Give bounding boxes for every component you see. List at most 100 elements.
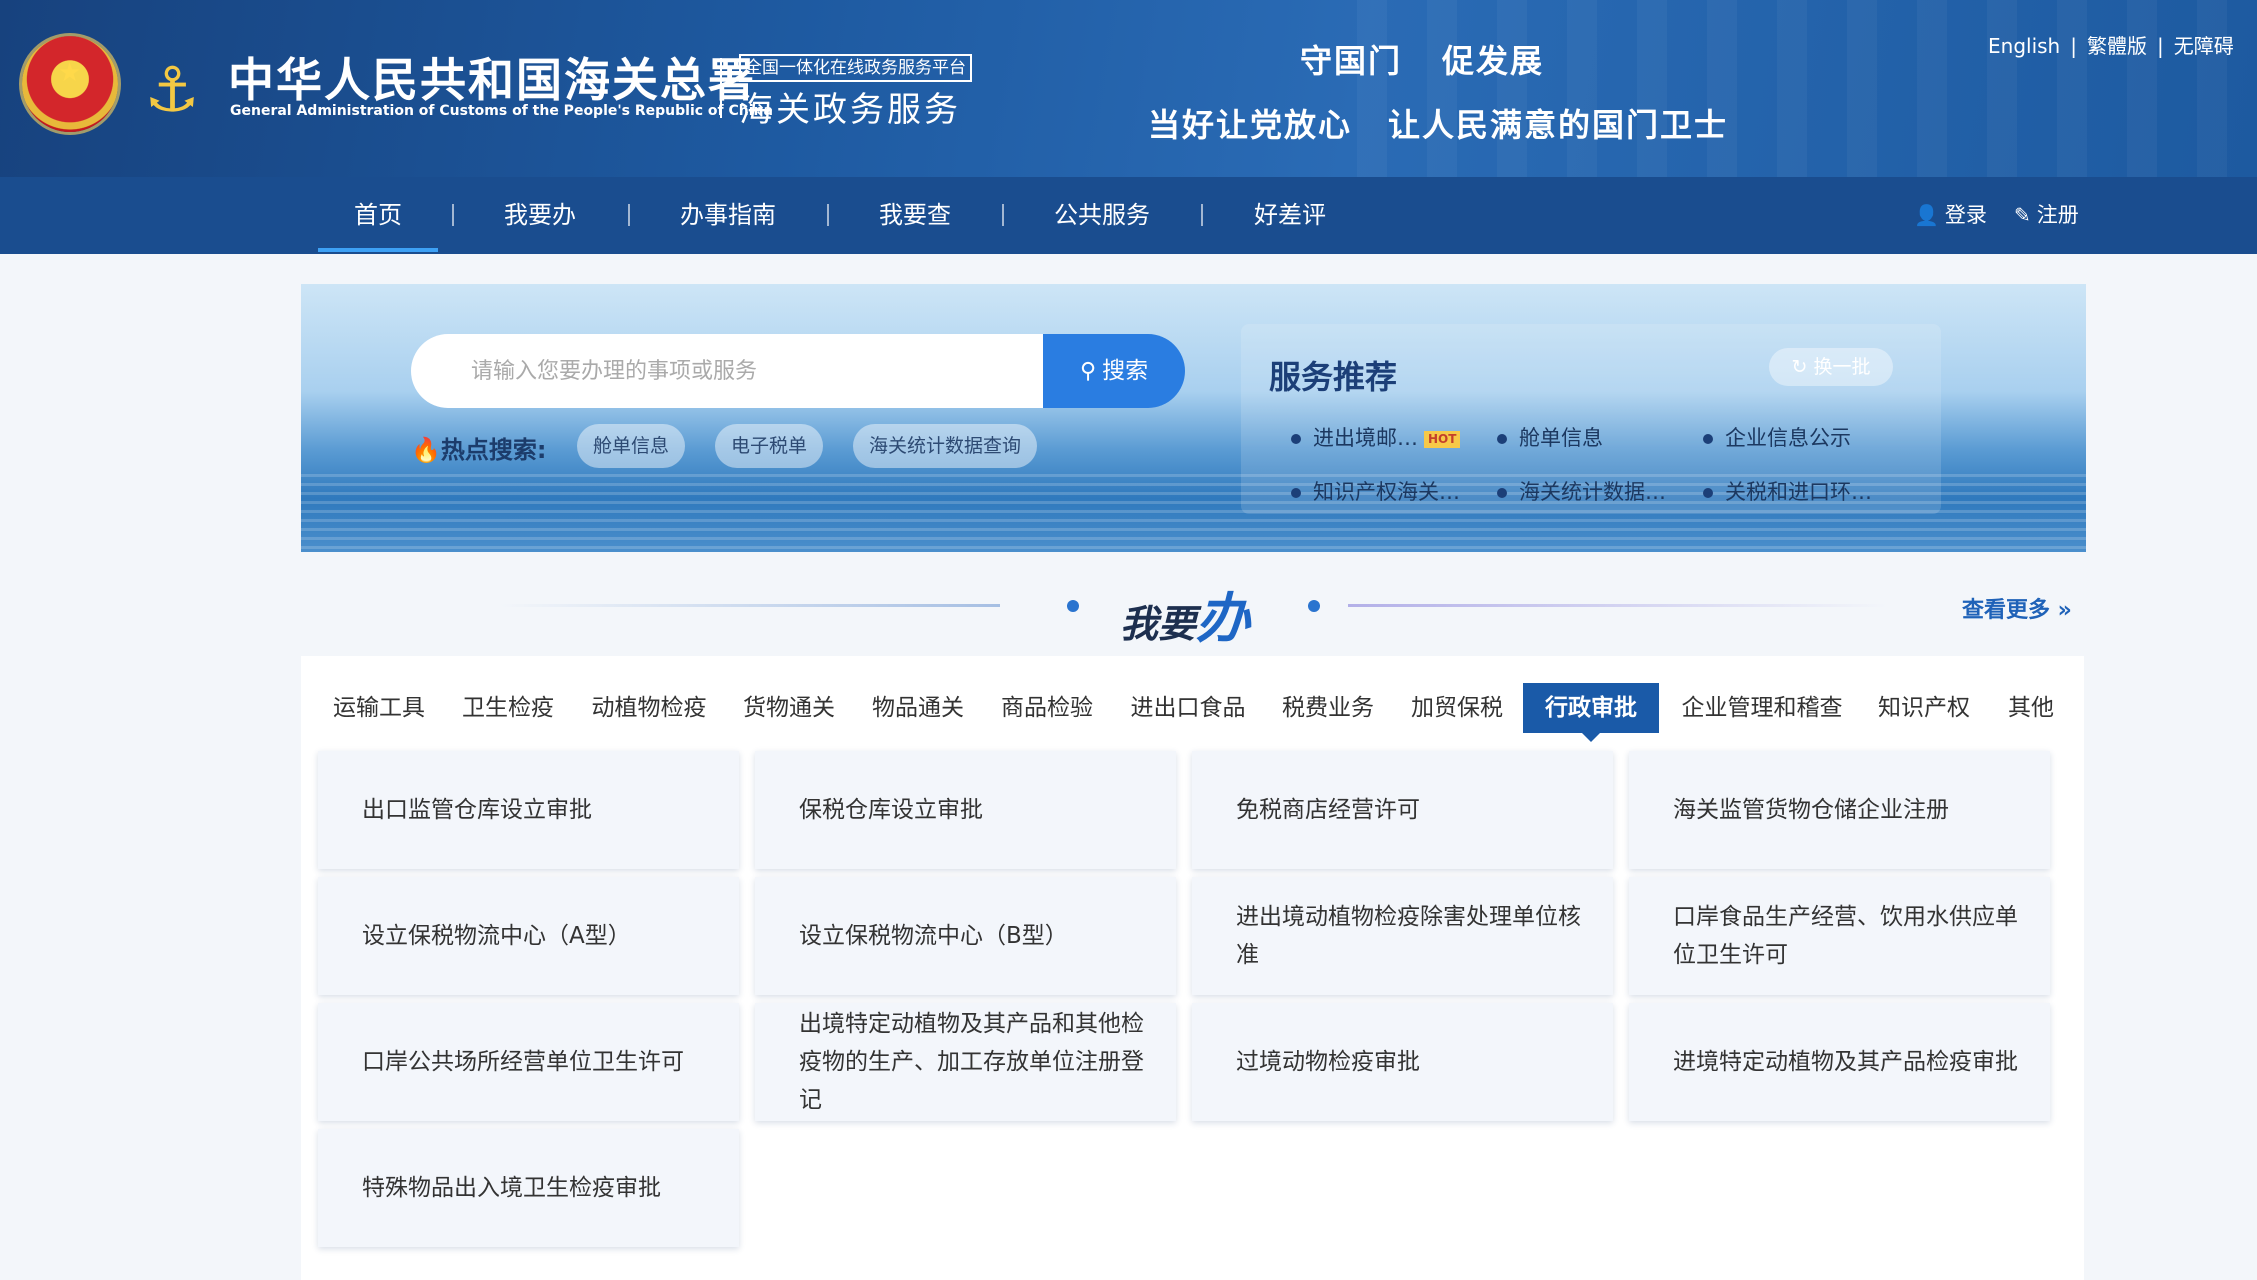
- search-button[interactable]: ⚲ 搜索: [1043, 334, 1185, 408]
- service-card[interactable]: 特殊物品出入境卫生检疫审批: [318, 1129, 739, 1247]
- section-dot: [1067, 600, 1079, 612]
- english-link[interactable]: English: [1988, 34, 2060, 58]
- hot-search-text: 热点搜索:: [440, 436, 547, 464]
- service-card[interactable]: 免税商店经营许可: [1192, 751, 1613, 869]
- recommend-item-label: 关税和进口环…: [1725, 480, 1872, 504]
- tab-tax-business[interactable]: 税费业务: [1270, 683, 1386, 733]
- nav-separator: [628, 204, 630, 226]
- view-more-label: 查看更多: [1962, 598, 2051, 623]
- nav-item-home[interactable]: 首页: [318, 177, 438, 254]
- accessibility-link[interactable]: 无障碍: [2174, 34, 2234, 58]
- recommend-item[interactable]: 知识产权海关…: [1291, 476, 1460, 506]
- slogan-phrase: 促发展: [1442, 42, 1545, 80]
- recommend-item-label: 舱单信息: [1519, 426, 1603, 450]
- slogan-phrase: 当好让党放心: [1148, 106, 1353, 144]
- recommend-item[interactable]: 关税和进口环…: [1703, 476, 1872, 506]
- section-title-big: 办: [1196, 587, 1251, 650]
- section-line-right: [1348, 604, 1888, 607]
- bullet: [1703, 488, 1713, 498]
- chevron-right-icon: »: [2050, 598, 2072, 623]
- service-card[interactable]: 口岸食品生产经营、饮用水供应单位卫生许可: [1629, 877, 2050, 995]
- refresh-icon: ↻: [1791, 356, 1814, 378]
- section-line-left: [500, 604, 1000, 607]
- traditional-chinese-link[interactable]: 繁體版: [2087, 34, 2147, 58]
- nav-item-handle[interactable]: 我要办: [480, 177, 600, 254]
- recommend-item-label: 企业信息公示: [1725, 426, 1851, 450]
- recommend-item[interactable]: 企业信息公示: [1703, 422, 1851, 452]
- bullet: [1497, 434, 1507, 444]
- title-divider: [720, 58, 722, 118]
- hot-search-label: 🔥热点搜索:: [411, 430, 547, 465]
- slogan-phrase: 让人民满意的国门卫士: [1388, 106, 1729, 144]
- tab-transport[interactable]: 运输工具: [320, 683, 438, 733]
- header-decoration: [1357, 0, 2257, 177]
- tab-goods-clearance[interactable]: 物品通关: [860, 683, 976, 733]
- service-card[interactable]: 过境动物检疫审批: [1192, 1003, 1613, 1121]
- platform-name: 海关政务服务: [739, 90, 961, 130]
- register-label: 注册: [2036, 203, 2079, 227]
- nav-separator: [1201, 204, 1203, 226]
- slogan-line-1: 守国门 促发展: [1300, 36, 1584, 82]
- service-card[interactable]: 出境特定动植物及其产品和其他检疫物的生产、加工存放单位注册登记: [755, 1003, 1176, 1121]
- search-input[interactable]: [411, 334, 1043, 408]
- nav-item-guide[interactable]: 办事指南: [658, 177, 798, 254]
- nav-item-public-service[interactable]: 公共服务: [1032, 177, 1172, 254]
- tab-health-quarantine[interactable]: 卫生检疫: [450, 683, 566, 733]
- site-title[interactable]: 中华人民共和国海关总署: [228, 44, 756, 110]
- platform-badge: 全国一体化在线政务服务平台: [739, 54, 972, 82]
- login-label: 登录: [1944, 203, 1987, 227]
- hot-tag-manifest[interactable]: 舱单信息: [577, 424, 686, 468]
- service-card[interactable]: 进出境动植物检疫除害处理单位核准: [1192, 877, 1613, 995]
- tab-administrative-approval[interactable]: 行政审批: [1523, 683, 1659, 742]
- service-card[interactable]: 出口监管仓库设立审批: [318, 751, 739, 869]
- register-link[interactable]: ✎ 注册: [2014, 177, 2079, 254]
- slogan-phrase: 守国门: [1300, 42, 1403, 80]
- nav-separator: [452, 204, 454, 226]
- tab-cargo-clearance[interactable]: 货物通关: [730, 683, 848, 733]
- service-card[interactable]: 海关监管货物仓储企业注册: [1629, 751, 2050, 869]
- bullet: [1703, 434, 1713, 444]
- fire-icon: 🔥: [411, 436, 441, 464]
- service-card[interactable]: 保税仓库设立审批: [755, 751, 1176, 869]
- recommend-item[interactable]: 舱单信息: [1497, 422, 1603, 452]
- nav-separator: [827, 204, 829, 226]
- main-nav: 首页 我要办 办事指南 我要查 公共服务 好差评 👤 登录 ✎ 注册: [0, 177, 2257, 254]
- tab-import-export-food[interactable]: 进出口食品: [1118, 683, 1258, 733]
- recommend-item-label: 进出境邮…: [1313, 426, 1418, 450]
- bullet: [1497, 488, 1507, 498]
- recommend-item-label: 知识产权海关…: [1313, 480, 1460, 504]
- tab-enterprise-audit[interactable]: 企业管理和稽查: [1671, 683, 1853, 733]
- service-card[interactable]: 进境特定动植物及其产品检疫审批: [1629, 1003, 2050, 1121]
- view-more-link[interactable]: 查看更多 »: [1962, 592, 2072, 624]
- bullet: [1291, 488, 1301, 498]
- section-title-prefix: 我要: [1120, 602, 1197, 646]
- tab-other[interactable]: 其他: [1995, 683, 2067, 733]
- login-link[interactable]: 👤 登录: [1914, 177, 1987, 254]
- hot-tag-statistics[interactable]: 海关统计数据查询: [853, 424, 1038, 468]
- site-title-english: General Administration of Customs of the…: [230, 103, 773, 119]
- service-card[interactable]: 设立保税物流中心（B型）: [755, 877, 1176, 995]
- recommend-item[interactable]: 进出境邮… HOT: [1291, 422, 1461, 452]
- nav-item-query[interactable]: 我要查: [855, 177, 975, 254]
- service-card[interactable]: 口岸公共场所经营单位卫生许可: [318, 1003, 739, 1121]
- recommend-item[interactable]: 海关统计数据…: [1497, 476, 1666, 506]
- search-banner: ⚲搜索 🔥热点搜索: 舱单信息 电子税单 海关统计数据查询 服务推荐 ↻ 换一批…: [301, 284, 2086, 552]
- refresh-label: 换一批: [1813, 356, 1871, 378]
- tab-bonded-processing[interactable]: 加贸保税: [1398, 683, 1516, 733]
- customs-emblem-icon: ⚓: [144, 53, 200, 126]
- lang-separator: |: [2156, 34, 2164, 58]
- tab-intellectual-property[interactable]: 知识产权: [1865, 683, 1983, 733]
- nav-item-rating[interactable]: 好差评: [1230, 177, 1350, 254]
- tab-commodity-inspection[interactable]: 商品检验: [988, 683, 1106, 733]
- service-card[interactable]: 设立保税物流中心（A型）: [318, 877, 739, 995]
- refresh-button[interactable]: ↻ 换一批: [1769, 348, 1893, 386]
- section-dot: [1308, 600, 1320, 612]
- language-links: English | 繁體版 | 无障碍: [1988, 30, 2234, 59]
- search-icon: ⚲: [1079, 359, 1097, 384]
- recommend-title: 服务推荐: [1269, 358, 1398, 396]
- national-emblem-icon: ★: [22, 36, 118, 132]
- tab-plant-animal-quarantine[interactable]: 动植物检疫: [580, 683, 718, 733]
- search-button-label: 搜索: [1102, 358, 1149, 384]
- hot-tag-e-tax[interactable]: 电子税单: [715, 424, 824, 468]
- user-icon: 👤: [1914, 203, 1939, 227]
